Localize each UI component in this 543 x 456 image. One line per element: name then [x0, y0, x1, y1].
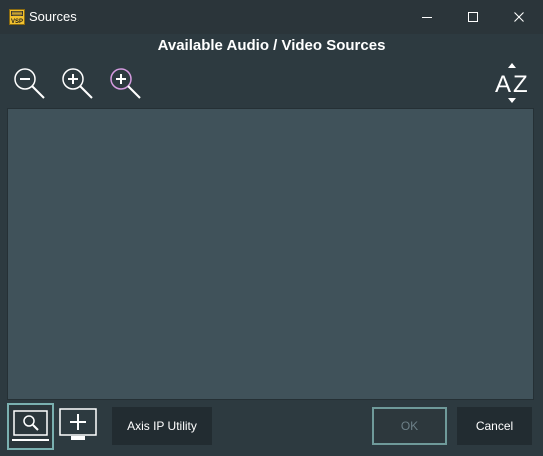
close-icon	[513, 12, 524, 22]
zoom-in-button[interactable]	[60, 66, 94, 102]
add-source-button[interactable]	[57, 405, 101, 449]
window-title: Sources	[29, 9, 77, 24]
maximize-button[interactable]	[450, 0, 495, 34]
page-title: Available Audio / Video Sources	[157, 37, 386, 54]
monitor-search-icon	[12, 410, 49, 441]
vsp-app-icon: VSP	[9, 9, 25, 25]
zoom-in-icon	[62, 68, 93, 99]
ok-button[interactable]: OK	[372, 407, 447, 445]
title-bar: VSP Sources	[0, 0, 543, 34]
minimize-icon	[421, 17, 432, 18]
minimize-button[interactable]	[404, 0, 449, 34]
app-icon-text: VSP	[11, 19, 23, 25]
zoom-in-alt-button[interactable]	[108, 66, 142, 102]
sort-letter-a: A	[495, 71, 511, 98]
sort-az-icon: A Z	[495, 63, 528, 103]
sort-az-button[interactable]: A Z	[494, 62, 530, 104]
close-button[interactable]	[496, 0, 541, 34]
monitor-add-icon	[59, 408, 97, 440]
maximize-icon	[467, 12, 478, 22]
axis-ip-utility-button[interactable]: Axis IP Utility	[112, 407, 212, 445]
sort-letter-z: Z	[513, 71, 528, 98]
zoom-out-icon	[14, 68, 45, 99]
zoom-in-highlighted-icon	[110, 68, 141, 99]
browse-sources-button[interactable]	[7, 403, 54, 450]
sources-list[interactable]	[7, 108, 534, 400]
zoom-out-button[interactable]	[12, 66, 46, 102]
cancel-button[interactable]: Cancel	[457, 407, 532, 445]
